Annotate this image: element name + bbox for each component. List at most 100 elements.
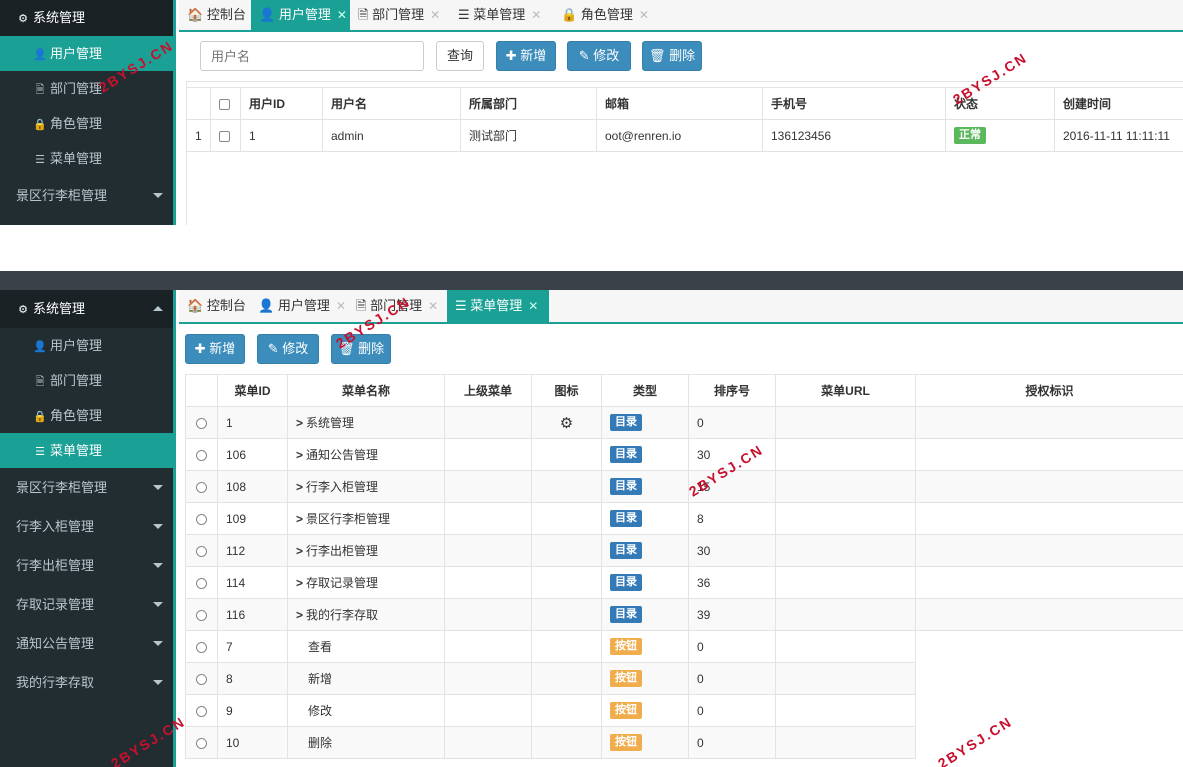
sidebar-item-menus[interactable]: ☰ 菜单管理 — [0, 141, 173, 176]
chevron-right-icon[interactable]: > — [296, 416, 303, 430]
column-header[interactable]: 用户名 — [322, 87, 461, 120]
close-icon[interactable]: ✕ — [336, 299, 346, 313]
table-row[interactable]: 9 修改 按钮 0 — [185, 694, 1183, 727]
row-radio[interactable] — [196, 705, 207, 717]
sidebar-group-checkout[interactable]: 行李出柜管理 — [0, 546, 173, 585]
close-icon[interactable]: ✕ — [430, 8, 440, 22]
chevron-right-icon[interactable]: > — [296, 576, 303, 590]
row-radio[interactable] — [196, 641, 207, 653]
table-row[interactable]: 8 新增 按钮 0 — [185, 662, 1183, 695]
close-icon[interactable]: ✕ — [531, 8, 541, 22]
edit-button-label: 修改 — [593, 48, 620, 63]
tab-users[interactable]: 👤 用户管理 ✕ — [251, 0, 350, 30]
sidebar-item-departments[interactable]: 🗎 部门管理 — [0, 71, 173, 106]
column-header[interactable]: 菜单URL — [775, 374, 916, 407]
sidebar-group-lockers[interactable]: 景区行李柜管理 — [0, 176, 173, 215]
tab-roles[interactable]: 🔒 角色管理 ✕ — [553, 0, 653, 30]
query-button[interactable]: 查询 — [436, 41, 484, 71]
tab-dashboard[interactable]: 🏠 控制台 — [179, 290, 250, 322]
table-row[interactable]: 114 > 存取记录管理 目录 36 — [185, 566, 1183, 599]
parent-menu-cell — [444, 598, 532, 631]
row-radio[interactable] — [196, 609, 207, 621]
tab-departments[interactable]: 🗎 部门管理 ✕ — [350, 0, 450, 30]
top-header-strip — [0, 271, 1183, 290]
type-cell: 按钮 — [601, 662, 689, 695]
sidebar-item-menus[interactable]: ☰ 菜单管理 — [0, 433, 173, 468]
column-header[interactable]: 邮箱 — [596, 87, 763, 120]
sidebar-group-checkin[interactable]: 行李入柜管理 — [0, 507, 173, 546]
table-row[interactable]: 7 查看 按钮 0 — [185, 630, 1183, 663]
column-header[interactable]: 图标 — [531, 374, 602, 407]
tab-users[interactable]: 👤 用户管理 ✕ — [250, 290, 348, 322]
chevron-right-icon[interactable]: > — [296, 480, 303, 494]
column-header[interactable]: 排序号 — [688, 374, 776, 407]
row-radio[interactable] — [196, 513, 207, 525]
table-row[interactable]: 106 > 通知公告管理 目录 30 — [185, 438, 1183, 471]
select-all-checkbox[interactable] — [219, 98, 230, 110]
table-row[interactable]: 108 > 行李入柜管理 目录 15 — [185, 470, 1183, 503]
sidebar-group-lockers[interactable]: 景区行李柜管理 — [0, 468, 173, 507]
row-radio[interactable] — [196, 673, 207, 685]
close-icon[interactable]: ✕ — [337, 8, 347, 22]
row-radio[interactable] — [196, 481, 207, 493]
chevron-right-icon[interactable]: > — [296, 512, 303, 526]
home-icon: 🏠 — [187, 7, 204, 22]
menu-id-cell: 10 — [217, 726, 288, 759]
column-header[interactable]: 菜单名称 — [287, 374, 445, 407]
tab-menus[interactable]: ☰ 菜单管理 ✕ — [450, 0, 553, 30]
column-header[interactable]: 上级菜单 — [444, 374, 532, 407]
sidebar-item-departments[interactable]: 🗎 部门管理 — [0, 363, 173, 398]
chevron-right-icon[interactable]: > — [296, 544, 303, 558]
close-icon[interactable]: ✕ — [528, 299, 538, 313]
chevron-right-icon[interactable]: > — [296, 448, 303, 462]
sidebar-header-system[interactable]: ⚙ 系统管理 — [0, 0, 173, 36]
row-radio[interactable] — [196, 449, 207, 461]
column-header[interactable]: 菜单ID — [217, 374, 288, 407]
column-header[interactable]: 手机号 — [762, 87, 946, 120]
close-icon[interactable]: ✕ — [428, 299, 438, 313]
table-row[interactable]: 1 1 admin 测试部门 oot@renren.io 136123456 正… — [186, 119, 1183, 152]
row-radio[interactable] — [196, 737, 207, 749]
sidebar-group-my-luggage[interactable]: 我的行李存取 — [0, 663, 173, 702]
edit-button[interactable]: ✎ 修改 — [567, 41, 631, 71]
row-checkbox[interactable] — [219, 130, 230, 142]
tab-menus[interactable]: ☰ 菜单管理 ✕ — [447, 290, 549, 322]
table-row[interactable]: 112 > 行李出柜管理 目录 30 — [185, 534, 1183, 567]
sidebar-item-label: 用户管理 — [50, 46, 103, 61]
sidebar-item-roles[interactable]: 🔒 角色管理 — [0, 398, 173, 433]
sidebar-group-notices[interactable]: 通知公告管理 — [0, 624, 173, 663]
perms-cell — [915, 406, 1183, 439]
row-radio[interactable] — [196, 577, 207, 589]
username-search-input[interactable] — [200, 41, 424, 71]
table-row[interactable]: 116 > 我的行李存取 目录 39 — [185, 598, 1183, 631]
tab-dashboard[interactable]: 🏠 控制台 — [179, 0, 251, 30]
close-icon[interactable]: ✕ — [639, 8, 649, 22]
chevron-right-icon[interactable]: > — [296, 608, 303, 622]
column-header[interactable]: 类型 — [601, 374, 689, 407]
delete-button[interactable]: 🗑 删除 — [642, 41, 702, 71]
row-index: 1 — [186, 119, 211, 152]
menu-name-label: 系统管理 — [306, 416, 355, 430]
mobile-cell: 136123456 — [762, 119, 946, 152]
table-row[interactable]: 109 > 景区行李柜管理 目录 8 — [185, 502, 1183, 535]
sidebar-header-system[interactable]: ⚙ 系统管理 — [0, 290, 173, 328]
sidebar-item-roles[interactable]: 🔒 角色管理 — [0, 106, 173, 141]
file-icon: 🗎 — [35, 84, 45, 96]
row-radio[interactable] — [196, 545, 207, 557]
table-row[interactable]: 10 删除 按钮 0 — [185, 726, 1183, 759]
menu-url-cell — [775, 406, 916, 439]
row-radio[interactable] — [196, 417, 207, 429]
column-header[interactable]: 授权标识 — [915, 374, 1183, 407]
column-header[interactable]: 所属部门 — [460, 87, 597, 120]
add-button[interactable]: ✚ 新增 — [496, 41, 556, 71]
table-row[interactable]: 1 > 系统管理 ⚙ 目录 0 — [185, 406, 1183, 439]
sidebar-item-users[interactable]: 👤 用户管理 — [0, 328, 173, 363]
column-header[interactable]: 创建时间 — [1054, 87, 1183, 120]
sidebar-group-records[interactable]: 存取记录管理 — [0, 585, 173, 624]
menu-name-cell: 删除 — [287, 726, 445, 759]
edit-button[interactable]: ✎ 修改 — [257, 334, 319, 364]
type-badge: 目录 — [610, 446, 642, 463]
parent-menu-cell — [444, 662, 532, 695]
column-header[interactable]: 用户ID — [240, 87, 323, 120]
add-button[interactable]: ✚ 新增 — [185, 334, 245, 364]
